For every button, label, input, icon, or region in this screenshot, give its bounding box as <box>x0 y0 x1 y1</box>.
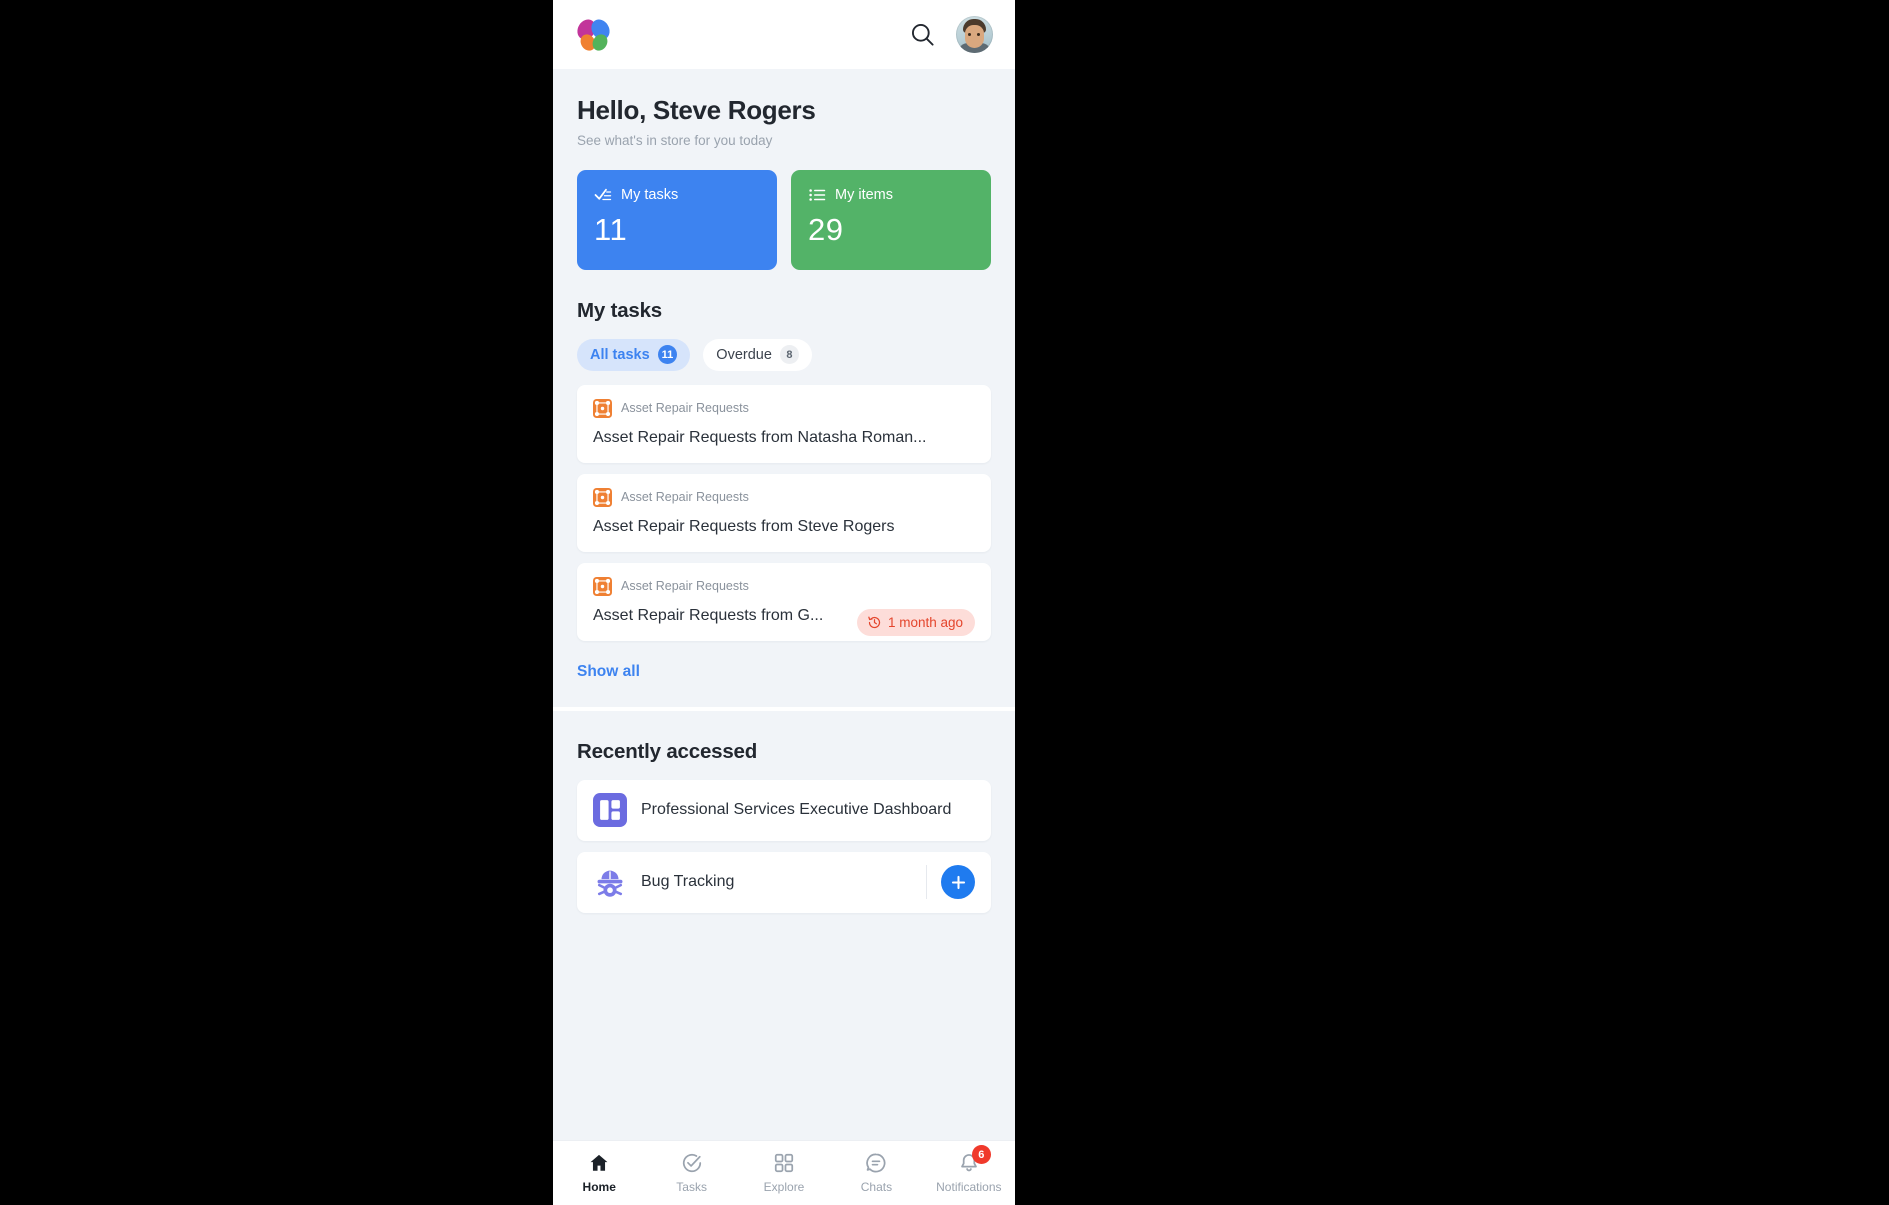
task-card-meta: Asset Repair Requests <box>593 576 975 596</box>
avatar-eye-left <box>968 33 971 36</box>
recent-list: Professional Services Executive Dashboar… <box>553 764 1015 913</box>
nav-item-tasks[interactable]: Tasks <box>645 1141 737 1205</box>
notification-badge: 6 <box>971 1145 991 1164</box>
task-title: Asset Repair Requests from G... <box>593 606 824 624</box>
avatar-eye-right <box>977 33 980 36</box>
bug-icon <box>597 871 623 898</box>
nav-item-chats[interactable]: Chats <box>830 1141 922 1205</box>
mobile-app-viewport: Hello, Steve Rogers See what's in store … <box>553 0 1015 1205</box>
stat-card-label: My items <box>835 186 893 203</box>
stat-card-row: My tasks 11 My items 29 <box>553 148 1015 270</box>
greeting-block: Hello, Steve Rogers See what's in store … <box>553 69 1015 148</box>
stat-card-header: My items <box>808 186 974 204</box>
avatar[interactable] <box>956 16 993 53</box>
stat-card-my-items[interactable]: My items 29 <box>791 169 991 270</box>
bottom-navigation: Home Tasks Explore Chats 6 Notifications <box>553 1140 1015 1205</box>
task-process-name: Asset Repair Requests <box>621 401 749 416</box>
stat-card-header: My tasks <box>594 186 760 204</box>
kissflow-logo-icon[interactable] <box>573 15 614 53</box>
stat-card-value: 29 <box>808 211 844 247</box>
nav-label: Tasks <box>676 1180 707 1194</box>
divider <box>926 865 927 900</box>
task-card[interactable]: Asset Repair Requests Asset Repair Reque… <box>577 562 991 641</box>
check-circle-icon <box>681 1152 703 1174</box>
stat-card-my-tasks[interactable]: My tasks 11 <box>577 169 777 270</box>
screen-canvas: Hello, Steve Rogers See what's in store … <box>0 0 1889 1205</box>
recent-item-name: Professional Services Executive Dashboar… <box>641 801 952 819</box>
list-item[interactable]: Professional Services Executive Dashboar… <box>577 779 991 841</box>
page-title: Hello, Steve Rogers <box>577 95 816 125</box>
nav-item-home[interactable]: Home <box>553 1141 645 1205</box>
nav-item-notifications[interactable]: 6 Notifications <box>923 1141 1015 1205</box>
list-item[interactable]: Bug Tracking <box>577 851 991 913</box>
task-title: Asset Repair Requests from Steve Rogers <box>593 517 895 535</box>
plus-icon <box>951 875 965 889</box>
task-card[interactable]: Asset Repair Requests Asset Repair Reque… <box>577 384 991 463</box>
bell-icon: 6 <box>958 1145 991 1174</box>
app-header <box>553 0 1015 69</box>
bullet-list-icon <box>809 189 826 201</box>
task-filter-chips: All tasks 11 Overdue 8 <box>553 323 1015 371</box>
grid-icon <box>773 1152 795 1174</box>
task-card-meta: Asset Repair Requests <box>593 487 975 507</box>
checklist-icon <box>594 188 612 201</box>
add-item-button[interactable] <box>941 865 975 900</box>
filter-chip-overdue[interactable]: Overdue 8 <box>703 338 812 371</box>
main-scroll-area[interactable]: Hello, Steve Rogers See what's in store … <box>553 69 1015 1140</box>
dashboard-icon <box>593 793 627 828</box>
section-title-recently-accessed: Recently accessed <box>577 739 758 763</box>
nav-label: Home <box>582 1180 616 1194</box>
search-button[interactable] <box>902 15 942 55</box>
nav-item-explore[interactable]: Explore <box>738 1141 830 1205</box>
section-title-my-tasks: My tasks <box>577 298 663 322</box>
filter-chip-label: Overdue <box>716 346 772 363</box>
task-title: Asset Repair Requests from Natasha Roman… <box>593 428 927 446</box>
filter-chip-count: 8 <box>779 345 799 365</box>
filter-chip-all-tasks[interactable]: All tasks 11 <box>577 338 691 371</box>
home-icon <box>588 1152 610 1174</box>
filter-chip-label: All tasks <box>590 346 650 363</box>
stat-card-label: My tasks <box>621 186 679 203</box>
nav-label: Explore <box>763 1180 805 1194</box>
task-process-name: Asset Repair Requests <box>621 579 749 594</box>
process-icon <box>593 576 612 596</box>
recently-accessed-section: Recently accessed Professional Services … <box>553 706 1015 917</box>
process-icon <box>593 487 612 507</box>
filter-chip-count: 11 <box>657 345 678 365</box>
task-card[interactable]: Asset Repair Requests Asset Repair Reque… <box>577 473 991 552</box>
avatar-face <box>965 25 984 48</box>
task-card-meta: Asset Repair Requests <box>593 398 975 418</box>
clock-history-icon <box>868 616 881 628</box>
task-process-name: Asset Repair Requests <box>621 490 749 505</box>
search-icon <box>911 23 934 46</box>
chat-icon <box>865 1152 887 1174</box>
status-badge-overdue: 1 month ago <box>856 608 975 636</box>
overdue-text: 1 month ago <box>887 614 963 630</box>
task-list: Asset Repair Requests Asset Repair Reque… <box>553 371 1015 641</box>
recent-item-name: Bug Tracking <box>641 873 735 891</box>
process-icon <box>593 398 612 418</box>
greeting-subtitle: See what's in store for you today <box>577 132 773 148</box>
nav-label: Notifications <box>936 1180 1002 1194</box>
show-all-link[interactable]: Show all <box>553 641 664 707</box>
stat-card-value: 11 <box>594 211 628 247</box>
nav-label: Chats <box>860 1180 893 1194</box>
